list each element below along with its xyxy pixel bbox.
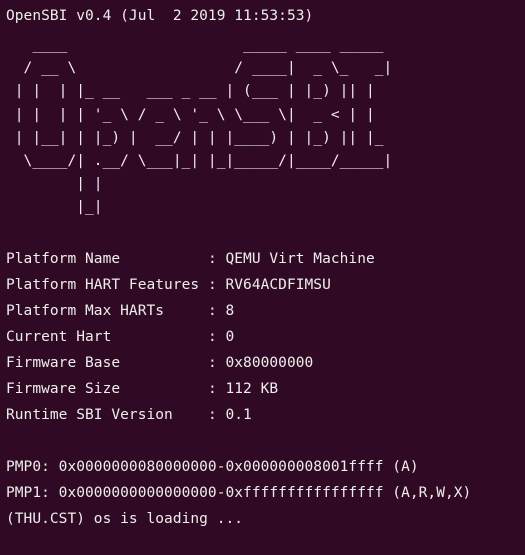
- logo-line-7: | |: [6, 176, 103, 193]
- logo-line-4: | | | | '_ \ / _ \ '_ \ \___ \| _ < | |: [6, 106, 375, 123]
- pmp1-line: PMP1: 0x0000000000000000-0xfffffffffffff…: [6, 484, 472, 501]
- info-value: 0x80000000: [225, 354, 314, 371]
- platform-name-row: Platform Name : QEMU Virt Machine: [6, 246, 525, 272]
- logo-line-6: \____/| .__/ \___|_| |_|_____/|____/____…: [6, 152, 393, 169]
- logo-line-5: | |__| | |_) | __/ | | |____) | |_) || |…: [6, 129, 384, 146]
- info-label: Firmware Base: [6, 354, 208, 371]
- logo-line-1: ____ _____ ____ _____: [6, 37, 384, 53]
- firmware-size-row: Firmware Size : 112 KB: [6, 376, 525, 402]
- info-separator: :: [207, 406, 226, 423]
- loading-text: (THU.CST) os is loading ...: [6, 510, 244, 527]
- info-separator: :: [207, 276, 226, 293]
- logo-line-8: |_|: [6, 199, 103, 216]
- info-label: Runtime SBI Version: [6, 406, 208, 423]
- os-loading-message: (THU.CST) os is loading ...: [6, 506, 525, 532]
- info-value: QEMU Virt Machine: [225, 250, 375, 267]
- info-label: Firmware Size: [6, 380, 208, 397]
- platform-info-block: Platform Name : QEMU Virt Machine Platfo…: [6, 246, 525, 428]
- logo-line-3: | | | |_ __ ___ _ __ | (___ | |_) || |: [6, 83, 375, 100]
- info-label: Current Hart: [6, 328, 208, 345]
- info-separator: :: [207, 380, 226, 397]
- opensbi-version-line: OpenSBI v0.4 (Jul 2 2019 11:53:53): [6, 8, 314, 24]
- info-value: 112 KB: [225, 380, 279, 397]
- info-separator: :: [207, 250, 226, 267]
- info-label: Platform HART Features: [6, 276, 208, 293]
- info-value: 0.1: [225, 406, 252, 423]
- info-value: 8: [225, 302, 235, 319]
- info-separator: :: [207, 328, 226, 345]
- runtime-sbi-version-row: Runtime SBI Version : 0.1: [6, 402, 525, 428]
- firmware-base-row: Firmware Base : 0x80000000: [6, 350, 525, 376]
- info-label: Platform Name: [6, 250, 208, 267]
- platform-hart-features-row: Platform HART Features : RV64ACDFIMSU: [6, 272, 525, 298]
- pmp0-line: PMP0: 0x0000000080000000-0x000000008001f…: [6, 458, 419, 475]
- platform-max-harts-row: Platform Max HARTs : 8: [6, 298, 525, 324]
- info-separator: :: [207, 302, 226, 319]
- current-hart-row: Current Hart : 0: [6, 324, 525, 350]
- info-value: RV64ACDFIMSU: [225, 276, 331, 293]
- info-separator: :: [207, 354, 226, 371]
- info-label: Platform Max HARTs: [6, 302, 208, 319]
- terminal-window[interactable]: OpenSBI v0.4 (Jul 2 2019 11:53:53) ____ …: [0, 0, 525, 555]
- opensbi-ascii-logo: ____ _____ ____ _____ / __ \ / ____| _ \…: [6, 34, 525, 220]
- logo-line-2: / __ \ / ____| _ \_ _|: [6, 60, 393, 77]
- info-value: 0: [225, 328, 235, 345]
